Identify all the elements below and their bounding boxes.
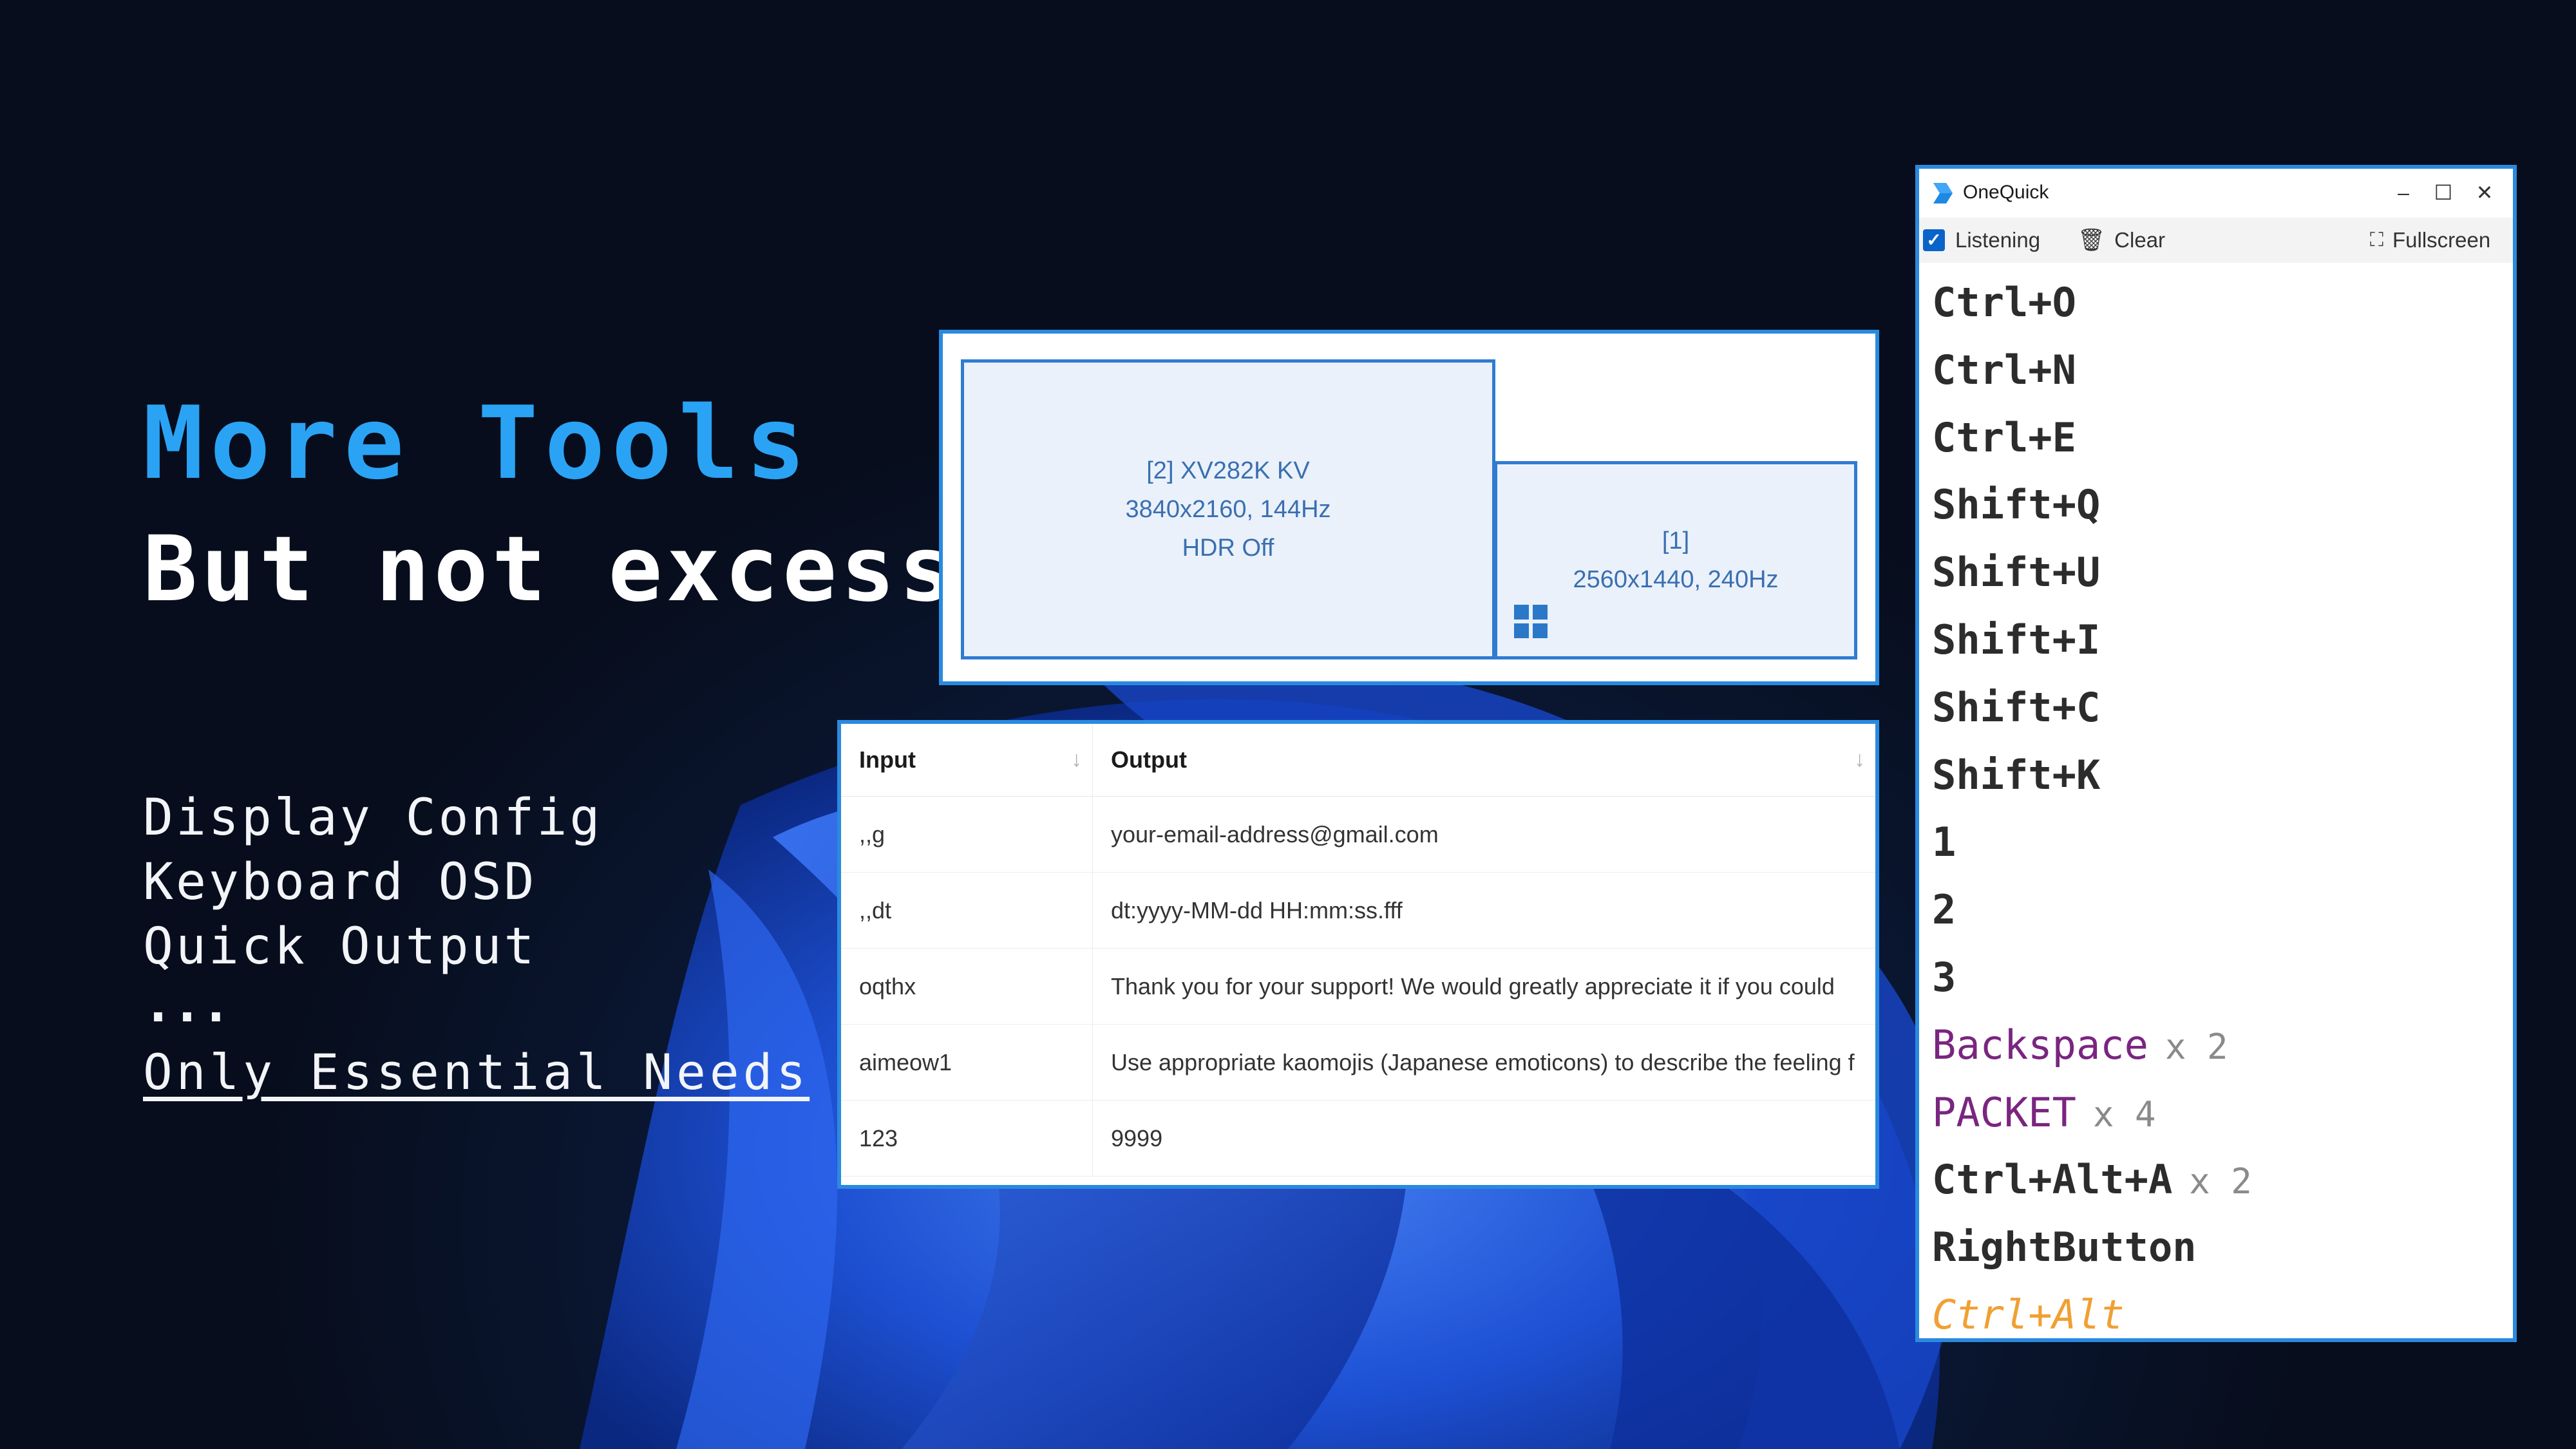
onequick-logo-icon	[1933, 183, 1953, 204]
keystroke-item: Ctrl+O	[1932, 269, 2506, 337]
keystroke-item: 2	[1932, 876, 2506, 944]
keystroke-item: PACKET x 4	[1932, 1079, 2506, 1147]
key-label: Shift+U	[1932, 549, 2101, 596]
key-label: Backspace	[1932, 1021, 2148, 1068]
hero-subtitle: But not excess	[143, 517, 958, 622]
key-label: 3	[1932, 953, 1956, 1001]
output-cell[interactable]: Thank you for your support! We would gre…	[1092, 948, 1875, 1025]
keystroke-item: RightButton	[1932, 1214, 2506, 1282]
monitor-resolution: 3840x2160, 144Hz	[1125, 496, 1331, 523]
monitor-resolution: 2560x1440, 240Hz	[1573, 566, 1779, 593]
key-label: Shift+C	[1932, 683, 2101, 731]
input-cell[interactable]: ,,g	[841, 796, 1093, 873]
feature-item: Display Config	[143, 789, 603, 847]
output-cell[interactable]: 9999	[1092, 1100, 1875, 1177]
table-row[interactable]: aimeow1 Use appropriate kaomojis (Japanes…	[841, 1024, 1875, 1101]
output-cell[interactable]: your-email-address@gmail.com	[1092, 796, 1875, 873]
column-header-label: Output	[1111, 746, 1187, 773]
key-label: 1	[1932, 819, 1956, 866]
listening-toggle[interactable]: ✓ Listening	[1923, 225, 2040, 255]
key-label: Ctrl+Alt+A	[1932, 1156, 2173, 1204]
column-header-input[interactable]: Input ↓	[841, 724, 1093, 797]
key-label: Ctrl+E	[1932, 413, 2076, 461]
checkbox-checked-icon[interactable]: ✓	[1923, 229, 1945, 251]
keystroke-item: Shift+Q	[1932, 471, 2506, 539]
keystroke-item: Backspace x 2	[1932, 1012, 2506, 1079]
display-config-panel: [2] XV282K KV 3840x2160, 144Hz HDR Off […	[939, 330, 1879, 685]
repeat-count: x 4	[2092, 1094, 2156, 1135]
fullscreen-button[interactable]: ⛶ Fullscreen	[2370, 225, 2490, 255]
window-title: OneQuick	[1963, 182, 2049, 203]
key-label: Shift+I	[1932, 616, 2101, 663]
onequick-window: OneQuick – ☐ ✕ ✓ Listening 🗑 Clear ⛶ Ful…	[1915, 165, 2517, 1342]
window-toolbar: ✓ Listening 🗑 Clear ⛶ Fullscreen	[1919, 218, 2513, 263]
column-header-label: Input	[859, 746, 916, 773]
feature-ellipsis: ...	[143, 976, 231, 1034]
keystroke-item: 3	[1932, 944, 2506, 1012]
feature-item: Keyboard OSD	[143, 853, 537, 911]
keystroke-item: Ctrl+Alt	[1932, 1282, 2506, 1349]
keystroke-item: Shift+U	[1932, 539, 2506, 607]
input-cell[interactable]: ,,dt	[841, 872, 1093, 949]
keystroke-item: Ctrl+E	[1932, 404, 2506, 472]
key-label: RightButton	[1932, 1224, 2197, 1271]
key-label: Ctrl+N	[1932, 346, 2076, 393]
clear-button[interactable]: 🗑 Clear	[2078, 225, 2165, 255]
keystroke-list: Ctrl+O Ctrl+N Ctrl+E Shift+Q Shift+U Shi…	[1932, 269, 2506, 1349]
monitor-2-tile[interactable]: [2] XV282K KV 3840x2160, 144Hz HDR Off	[961, 359, 1495, 659]
key-label: Shift+K	[1932, 751, 2101, 799]
key-label: Ctrl+O	[1932, 279, 2076, 326]
table-row[interactable]: ,,dt dt:yyyy-MM-dd HH:mm:ss.fff	[841, 872, 1875, 949]
monitor-1-tile[interactable]: [1] 2560x1440, 240Hz	[1494, 461, 1857, 659]
monitor-id-label: [2] XV282K KV	[1146, 457, 1310, 484]
listening-label: Listening	[1955, 228, 2041, 252]
close-icon[interactable]: ✕	[2465, 176, 2504, 209]
keystroke-item: Shift+K	[1932, 742, 2506, 810]
table-row[interactable]: ,,g your-email-address@gmail.com	[841, 796, 1875, 873]
table-header-row: Input ↓ Output ↓	[841, 724, 1875, 797]
fullscreen-icon: ⛶	[2370, 229, 2383, 251]
feature-item: Quick Output	[143, 918, 537, 976]
output-cell[interactable]: dt:yyyy-MM-dd HH:mm:ss.fff	[1092, 872, 1875, 949]
input-cell[interactable]: aimeow1	[841, 1024, 1093, 1101]
key-label: Ctrl+Alt	[1932, 1291, 2125, 1338]
key-label: PACKET	[1932, 1088, 2076, 1136]
input-cell[interactable]: 123	[841, 1100, 1093, 1177]
keystroke-item: Shift+I	[1932, 607, 2506, 674]
output-cell[interactable]: Use appropriate kaomojis (Japanese emoti…	[1092, 1024, 1875, 1101]
table-row[interactable]: oqthx Thank you for your support! We woul…	[841, 948, 1875, 1025]
fullscreen-label: Fullscreen	[2392, 228, 2491, 252]
quick-output-table: Input ↓ Output ↓ ,,g your-email-address@gma…	[841, 724, 1875, 1177]
monitor-id-label: [1]	[1662, 527, 1690, 554]
minimize-icon[interactable]: –	[2384, 176, 2423, 209]
hero-title: More Tools	[143, 384, 813, 502]
keystroke-item: Ctrl+N	[1932, 337, 2506, 404]
keystroke-item: Shift+C	[1932, 674, 2506, 742]
keystroke-item: Ctrl+Alt+A x 2	[1932, 1146, 2506, 1214]
sort-arrow-icon[interactable]: ↓	[1071, 747, 1082, 772]
tagline: Only Essential Needs	[143, 1043, 810, 1101]
key-label: 2	[1932, 886, 1956, 934]
input-cell[interactable]: oqthx	[841, 948, 1093, 1025]
clear-label: Clear	[2114, 228, 2166, 252]
quick-output-panel: Input ↓ Output ↓ ,,g your-email-address@gma…	[837, 720, 1879, 1189]
sort-arrow-icon[interactable]: ↓	[1854, 747, 1865, 772]
table-row[interactable]: 123 9999	[841, 1100, 1875, 1177]
keystroke-item: 1	[1932, 809, 2506, 876]
monitor-hdr-status: HDR Off	[1182, 535, 1274, 562]
feature-list: Display Config Keyboard OSD Quick Output…	[143, 786, 602, 1030]
repeat-count: x 2	[2164, 1026, 2228, 1067]
trash-icon: 🗑	[2078, 228, 2106, 252]
maximize-icon[interactable]: ☐	[2424, 176, 2463, 209]
windows-primary-icon	[1514, 605, 1548, 638]
window-titlebar[interactable]: OneQuick – ☐ ✕	[1919, 169, 2513, 218]
repeat-count: x 2	[2189, 1161, 2252, 1202]
column-header-output[interactable]: Output ↓	[1092, 724, 1875, 797]
key-label: Shift+Q	[1932, 481, 2101, 529]
